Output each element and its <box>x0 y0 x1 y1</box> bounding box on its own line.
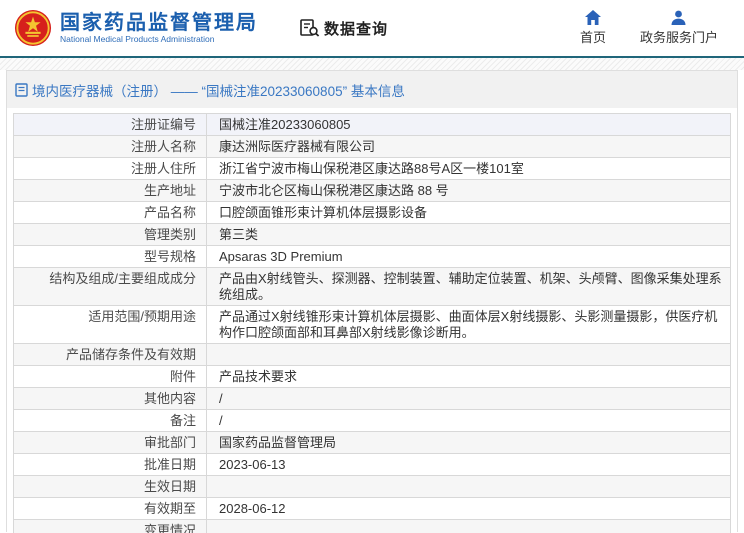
row-label: 生产地址 <box>14 180 207 201</box>
row-label-text: 生产地址 <box>143 183 196 198</box>
row-value <box>207 476 730 497</box>
row-label: 产品名称 <box>14 202 207 223</box>
row-label-text: 生效日期 <box>143 479 196 494</box>
row-label: 审批部门 <box>14 432 207 453</box>
table-row: 生产地址 宁波市北仑区梅山保税港区康达路 88 号 <box>14 180 730 202</box>
table-row: 生效日期 <box>14 476 730 498</box>
row-label: 型号规格 <box>14 246 207 267</box>
nav-home[interactable]: 首页 <box>580 10 606 46</box>
row-label: 变更情况 <box>14 520 207 533</box>
header-nav: 首页 政务服务门户 <box>580 10 730 46</box>
row-value: 产品技术要求 <box>219 369 298 384</box>
row-label-text: 有效期至 <box>143 501 196 516</box>
row-label-text: 附件 <box>169 369 196 384</box>
row-label: 备注 <box>14 410 207 431</box>
data-query-icon <box>300 19 320 37</box>
content-panel: 境内医疗器械（注册） —— “国械注准20233060805” 基本信息 注册证… <box>6 70 738 533</box>
breadcrumb-text: 境内医疗器械（注册） —— “国械注准20233060805” 基本信息 <box>32 84 405 99</box>
row-label-text: 管理类别 <box>143 227 196 242</box>
row-label: 附件 <box>14 366 207 387</box>
nav-gov-portal-label: 政务服务门户 <box>639 30 718 45</box>
row-label: 注册人住所 <box>14 158 207 179</box>
row-value: 国家药品监督管理局 <box>219 435 337 450</box>
row-value <box>207 520 730 533</box>
row-value: 康达洲际医疗器械有限公司 <box>219 139 376 154</box>
row-label-text: 审批部门 <box>143 435 196 450</box>
breadcrumb: 境内医疗器械（注册） —— “国械注准20233060805” 基本信息 <box>7 71 737 108</box>
table-row: 变更情况 <box>14 520 730 533</box>
row-label-text: 批准日期 <box>143 457 196 472</box>
table-row: 注册人住所 浙江省宁波市梅山保税港区康达路88号A区一楼101室 <box>14 158 730 180</box>
row-label-text: 产品储存条件及有效期 <box>65 347 196 362</box>
nav-home-label: 首页 <box>579 30 606 45</box>
info-table: 注册证编号 国械注准20233060805 注册人名称 康达洲际医疗器械有限公司 注册人… <box>13 113 731 533</box>
document-icon <box>15 83 28 97</box>
table-row: 产品储存条件及有效期 <box>14 344 730 366</box>
row-value: 口腔颌面锥形束计算机体层摄影设备 <box>219 205 428 220</box>
row-value: 国械注准20233060805 <box>219 117 351 132</box>
data-query-label: 数据查询 <box>324 20 389 38</box>
hatched-strip <box>0 58 744 70</box>
row-label: 产品储存条件及有效期 <box>14 344 207 365</box>
table-row: 其他内容 / <box>14 388 730 410</box>
table-row: 适用范围/预期用途 产品通过X射线锥形束计算机体层摄影、曲面体层X射线摄影、头影测… <box>14 306 730 344</box>
row-label: 适用范围/预期用途 <box>14 306 207 343</box>
row-value: 2028-06-12 <box>219 501 286 516</box>
brand-block: 国家药品监督管理局 National Medical Products Admi… <box>60 12 258 45</box>
table-row: 有效期至 2028-06-12 <box>14 498 730 520</box>
row-label-text: 注册证编号 <box>130 117 196 132</box>
row-label: 注册人名称 <box>14 136 207 157</box>
row-value <box>207 344 730 365</box>
page-header: 国家药品监督管理局 National Medical Products Admi… <box>0 0 744 56</box>
row-label: 注册证编号 <box>14 114 207 135</box>
national-emblem-logo <box>14 9 52 47</box>
row-label-text: 型号规格 <box>143 249 196 264</box>
row-value: 产品由X射线管头、探测器、控制装置、辅助定位装置、机架、头颅臂、图像采集处理系统… <box>219 271 722 302</box>
nav-gov-portal[interactable]: 政务服务门户 <box>640 10 718 46</box>
row-label: 生效日期 <box>14 476 207 497</box>
table-row: 结构及组成/主要组成成分 产品由X射线管头、探测器、控制装置、辅助定位装置、机架、… <box>14 268 730 306</box>
table-row: 型号规格 Apsaras 3D Premium <box>14 246 730 268</box>
row-label-text: 注册人名称 <box>130 139 196 154</box>
row-label: 其他内容 <box>14 388 207 409</box>
table-row: 注册证编号 国械注准20233060805 <box>14 114 730 136</box>
table-row: 备注 / <box>14 410 730 432</box>
row-label-text: 结构及组成/主要组成成分 <box>49 271 196 286</box>
home-icon <box>584 10 601 25</box>
row-value: Apsaras 3D Premium <box>219 249 343 264</box>
data-query-section[interactable]: 数据查询 <box>300 18 388 39</box>
table-row: 附件 产品技术要求 <box>14 366 730 388</box>
row-label: 管理类别 <box>14 224 207 245</box>
table-row: 审批部门 国家药品监督管理局 <box>14 432 730 454</box>
row-value: 产品通过X射线锥形束计算机体层摄影、曲面体层X射线摄影、头影测量摄影，供医疗机构… <box>219 309 718 340</box>
row-value: / <box>219 413 223 428</box>
row-value: 浙江省宁波市梅山保税港区康达路88号A区一楼101室 <box>219 161 524 176</box>
site-title: 国家药品监督管理局 <box>60 11 258 34</box>
table-row: 产品名称 口腔颌面锥形束计算机体层摄影设备 <box>14 202 730 224</box>
row-value: / <box>219 391 223 406</box>
row-label-text: 变更情况 <box>143 523 196 533</box>
row-value: 宁波市北仑区梅山保税港区康达路 88 号 <box>219 183 449 198</box>
row-label: 批准日期 <box>14 454 207 475</box>
row-label-text: 适用范围/预期用途 <box>88 309 196 324</box>
row-label: 结构及组成/主要组成成分 <box>14 268 207 305</box>
row-label-text: 备注 <box>169 413 196 428</box>
row-label-text: 产品名称 <box>143 205 196 220</box>
row-value: 2023-06-13 <box>219 457 286 472</box>
user-icon <box>671 10 686 25</box>
row-value: 第三类 <box>219 227 259 242</box>
row-label: 有效期至 <box>14 498 207 519</box>
row-label-text: 其他内容 <box>143 391 196 406</box>
table-row: 管理类别 第三类 <box>14 224 730 246</box>
table-row: 注册人名称 康达洲际医疗器械有限公司 <box>14 136 730 158</box>
site-subtitle: National Medical Products Administration <box>60 33 215 44</box>
row-label-text: 注册人住所 <box>130 161 196 176</box>
table-row: 批准日期 2023-06-13 <box>14 454 730 476</box>
